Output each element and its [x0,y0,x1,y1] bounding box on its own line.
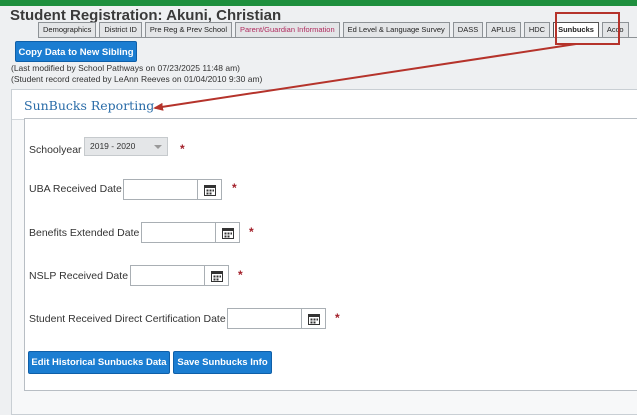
tab-sunbucks[interactable]: Sunbucks [553,22,599,38]
save-sunbucks-button[interactable]: Save Sunbucks Info [173,351,272,374]
schoolyear-value: 2019 - 2020 [90,141,136,151]
tab-pre-reg[interactable]: Pre Reg & Prev School [144,22,232,38]
benefits-extended-label: Benefits Extended Date [29,227,140,239]
required-marker: * [238,268,243,282]
tab-aplus[interactable]: APLUS [486,22,521,38]
benefits-calendar-button[interactable] [216,222,240,243]
required-marker: * [180,142,185,156]
required-marker: * [335,311,340,325]
nslp-calendar-button[interactable] [205,265,229,286]
copy-to-sibling-button[interactable]: Copy Data to New Sibling [15,41,137,62]
nslp-label: NSLP Received Date [29,270,129,282]
record-created-text: (Student record created by LeAnn Reeves … [11,74,263,84]
uba-calendar-button[interactable] [198,179,222,200]
tab-district-id[interactable]: District ID [99,22,142,38]
calendar-icon [222,228,234,239]
tab-parent-guardian[interactable]: Parent/Guardian Information [234,22,340,38]
tab-hdc[interactable]: HDC [523,22,551,38]
tab-acco[interactable]: Acco [601,22,629,38]
calendar-icon [211,271,223,282]
panel-header: SunBucks Reporting [12,90,637,120]
chevron-down-icon [154,145,162,149]
calendar-icon [308,314,320,325]
required-marker: * [232,181,237,195]
required-marker: * [249,225,254,239]
benefits-extended-date-input[interactable] [141,222,216,243]
top-green-bar [0,0,637,6]
edit-historical-button[interactable]: Edit Historical Sunbucks Data [28,351,170,374]
tab-ed-level[interactable]: Ed Level & Language Survey [342,22,450,38]
nslp-date-input[interactable] [130,265,205,286]
tab-strip: Demographics District ID Pre Reg & Prev … [38,22,632,38]
direct-cert-label: Student Received Direct Certification Da… [29,313,226,325]
schoolyear-select[interactable]: 2019 - 2020 [84,137,168,156]
tab-dass[interactable]: DASS [452,22,484,38]
last-modified-text: (Last modified by School Pathways on 07/… [11,63,241,73]
schoolyear-label: Schoolyear [29,144,82,156]
panel-title: SunBucks Reporting [24,98,155,113]
tab-demographics[interactable]: Demographics [38,22,97,38]
direct-cert-date-input[interactable] [227,308,302,329]
calendar-icon [204,185,216,196]
tab-underline [38,37,637,38]
uba-label: UBA Received Date [29,183,122,195]
direct-cert-calendar-button[interactable] [302,308,326,329]
uba-date-input[interactable] [123,179,198,200]
